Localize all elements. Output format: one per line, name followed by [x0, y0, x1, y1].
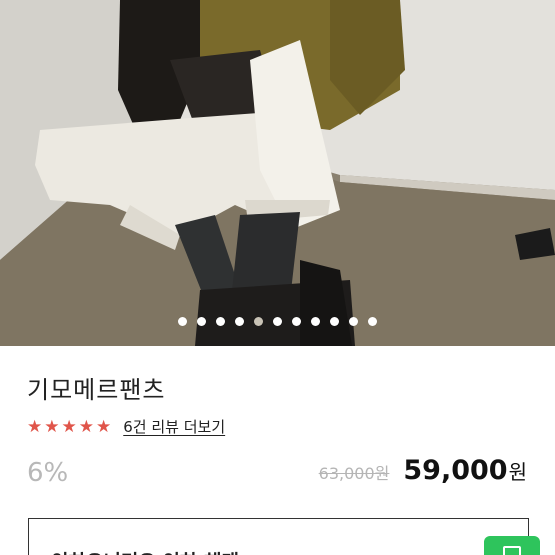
star-icon: ★: [96, 416, 112, 437]
carousel-dot[interactable]: [368, 316, 377, 326]
product-image-carousel[interactable]: [0, 0, 555, 346]
carousel-dot[interactable]: [197, 316, 206, 326]
carousel-dot[interactable]: [216, 316, 225, 326]
carousel-dot[interactable]: [273, 316, 282, 326]
chat-button[interactable]: [484, 536, 540, 555]
price-block: 63,000원 59,000 원: [319, 455, 527, 486]
original-price: 63,000원: [318, 464, 390, 483]
currency-unit: 원: [508, 460, 527, 484]
sale-price: 59,000: [403, 455, 508, 486]
star-icon: ★: [27, 416, 43, 437]
carousel-indicators: [0, 314, 555, 328]
carousel-dot[interactable]: [178, 316, 187, 326]
star-icon: ★: [61, 416, 77, 437]
carousel-dot[interactable]: [311, 316, 320, 326]
carousel-dot-active[interactable]: [254, 316, 263, 326]
carousel-dot[interactable]: [292, 316, 301, 326]
review-more-link[interactable]: 6건 리뷰 더보기: [123, 416, 225, 437]
star-icon: ★: [44, 416, 60, 437]
rating-stars: ★ ★ ★ ★ ★: [27, 417, 111, 437]
rating-row: ★ ★ ★ ★ ★ 6건 리뷰 더보기: [27, 416, 225, 437]
carousel-dot[interactable]: [330, 316, 339, 326]
product-title: 기모메르팬츠: [27, 376, 166, 404]
benefit-text: 이하오니미오 이하 해태: [51, 547, 239, 555]
carousel-dot[interactable]: [235, 316, 244, 326]
discount-rate: 6%: [27, 458, 69, 488]
benefit-box[interactable]: 이하오니미오 이하 해태: [28, 518, 529, 555]
carousel-dot[interactable]: [349, 316, 358, 326]
chat-icon: [503, 546, 521, 555]
product-photo: [0, 0, 555, 346]
star-icon: ★: [78, 416, 94, 437]
